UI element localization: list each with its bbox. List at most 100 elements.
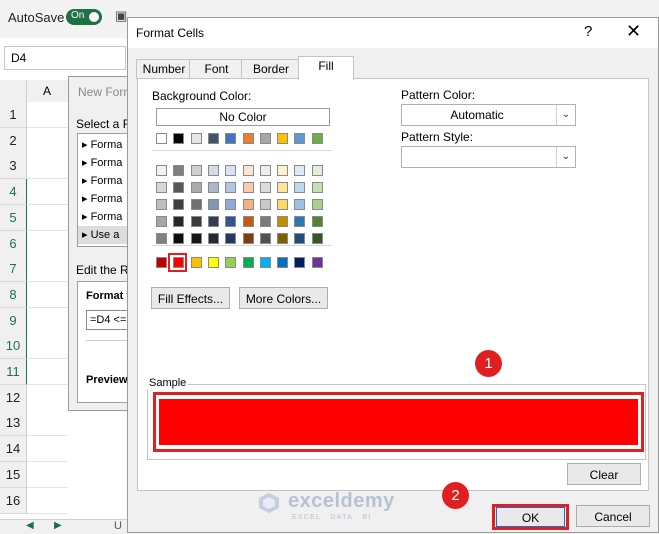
row-header[interactable]: 13 [0, 410, 27, 436]
color-swatch[interactable] [156, 182, 167, 193]
grid-cell[interactable] [27, 102, 68, 128]
row-header[interactable]: 9 [0, 308, 28, 334]
row-header[interactable]: 11 [0, 359, 28, 385]
grid-cell[interactable] [27, 410, 68, 436]
grid-cell[interactable] [27, 308, 68, 334]
color-swatch[interactable] [156, 233, 167, 244]
select-all-corner[interactable] [0, 80, 27, 102]
standard-color-swatch[interactable] [259, 257, 271, 268]
color-swatch[interactable] [311, 216, 323, 227]
color-swatch[interactable] [277, 182, 289, 193]
help-icon[interactable]: ? [584, 23, 592, 40]
standard-color-swatch[interactable] [294, 257, 306, 268]
color-swatch[interactable] [173, 182, 185, 193]
pattern-color-dropdown[interactable]: Automatic ⌄ [401, 104, 576, 126]
color-swatch[interactable] [259, 182, 271, 193]
grid-cell[interactable] [27, 359, 68, 385]
color-swatch[interactable] [277, 216, 289, 227]
row-header[interactable]: 2 [0, 128, 27, 154]
rule-type-item[interactable]: ▸ Forma [82, 190, 122, 208]
color-swatch[interactable] [207, 182, 219, 193]
grid-cell[interactable] [27, 153, 68, 179]
grid-cell[interactable] [27, 128, 68, 154]
row-header[interactable]: 10 [0, 333, 28, 359]
scroll-left-icon[interactable]: ◀ [26, 520, 34, 531]
color-swatch[interactable] [294, 216, 306, 227]
row-header[interactable]: 1 [0, 102, 27, 128]
color-swatch[interactable] [242, 165, 254, 176]
color-swatch[interactable] [277, 133, 289, 144]
rule-type-item[interactable]: ▸ Forma [82, 154, 122, 172]
tab-border[interactable]: Border [241, 59, 301, 79]
color-swatch[interactable] [242, 199, 254, 210]
rule-type-item[interactable]: ▸ Forma [82, 136, 122, 154]
grid-cell[interactable] [27, 179, 68, 205]
rule-type-item[interactable]: ▸ Forma [82, 208, 122, 226]
row-header[interactable]: 7 [0, 256, 28, 282]
autosave-toggle[interactable]: On [66, 9, 102, 25]
color-swatch[interactable] [207, 216, 219, 227]
color-swatch[interactable] [190, 233, 202, 244]
no-color-button[interactable]: No Color [156, 108, 330, 126]
standard-color-swatch[interactable] [207, 257, 219, 268]
pattern-style-dropdown[interactable]: ⌄ [401, 146, 576, 168]
close-icon[interactable]: ✕ [626, 21, 641, 42]
color-swatch[interactable] [242, 233, 254, 244]
row-header[interactable]: 15 [0, 462, 27, 488]
color-swatch[interactable] [277, 233, 289, 244]
row-header[interactable]: 8 [0, 282, 28, 308]
color-swatch[interactable] [242, 216, 254, 227]
color-swatch[interactable] [173, 216, 185, 227]
color-swatch[interactable] [311, 199, 323, 210]
grid-cell[interactable] [27, 436, 68, 462]
row-header[interactable]: 12 [0, 385, 27, 411]
color-swatch[interactable] [190, 182, 202, 193]
color-swatch[interactable] [225, 233, 237, 244]
ok-button[interactable]: OK [496, 507, 565, 527]
grid-cell[interactable] [27, 488, 68, 514]
color-swatch[interactable] [190, 165, 202, 176]
grid-cell[interactable] [27, 256, 68, 282]
color-swatch[interactable] [207, 199, 219, 210]
grid-cell[interactable] [27, 385, 68, 411]
color-swatch[interactable] [207, 165, 219, 176]
row-header[interactable]: 16 [0, 488, 27, 514]
standard-color-swatch[interactable] [277, 257, 289, 268]
color-swatch[interactable] [294, 165, 306, 176]
fill-effects-button[interactable]: Fill Effects... [151, 287, 230, 309]
tab-number[interactable]: Number [136, 59, 192, 79]
color-swatch[interactable] [225, 133, 237, 144]
more-colors-button[interactable]: More Colors... [239, 287, 328, 309]
grid-cell[interactable] [27, 205, 68, 231]
row-header[interactable]: 5 [0, 205, 28, 231]
standard-color-swatch[interactable] [190, 257, 202, 268]
tab-font[interactable]: Font [189, 59, 244, 79]
dialog-title-bar[interactable]: Format Cells ? ✕ [128, 18, 658, 48]
grid-cell[interactable] [27, 462, 68, 488]
color-swatch[interactable] [156, 216, 167, 227]
color-swatch[interactable] [294, 233, 306, 244]
color-swatch[interactable] [259, 233, 271, 244]
color-swatch[interactable] [277, 199, 289, 210]
color-swatch[interactable] [225, 182, 237, 193]
color-swatch[interactable] [311, 233, 323, 244]
row-header[interactable]: 3 [0, 153, 27, 179]
color-swatch[interactable] [156, 165, 167, 176]
color-swatch[interactable] [190, 133, 202, 144]
color-swatch[interactable] [242, 182, 254, 193]
color-swatch[interactable] [242, 133, 254, 144]
standard-color-swatch[interactable] [311, 257, 323, 268]
tab-fill[interactable]: Fill [298, 56, 354, 80]
color-swatch[interactable] [259, 216, 271, 227]
grid-cell[interactable] [27, 231, 68, 257]
color-swatch[interactable] [156, 199, 167, 210]
color-swatch[interactable] [294, 199, 306, 210]
color-swatch[interactable] [259, 165, 271, 176]
cancel-button[interactable]: Cancel [576, 505, 650, 527]
color-swatch[interactable] [225, 165, 237, 176]
color-swatch[interactable] [259, 133, 271, 144]
clear-button[interactable]: Clear [567, 463, 641, 485]
color-swatch[interactable] [277, 165, 289, 176]
color-swatch[interactable] [173, 165, 185, 176]
standard-color-swatch[interactable] [225, 257, 237, 268]
